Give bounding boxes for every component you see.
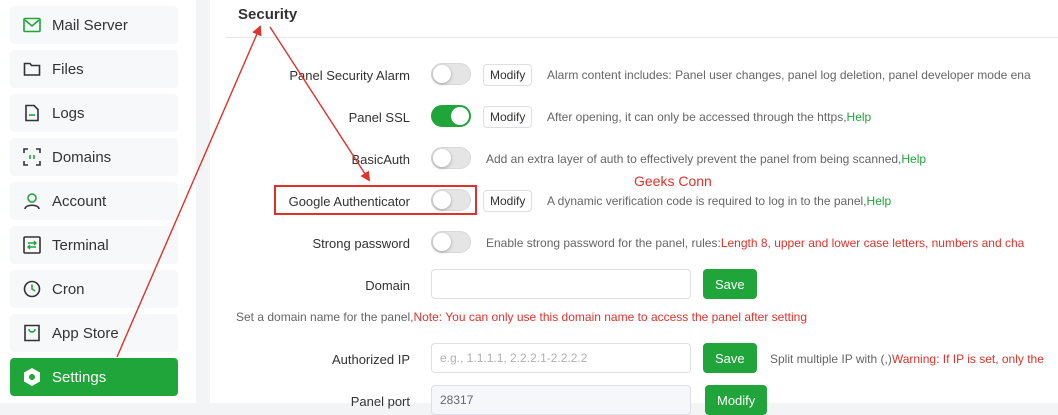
sidebar-item-label: Account xyxy=(52,192,107,210)
panel-security-alarm-label: Panel Security Alarm xyxy=(289,68,410,83)
authorized-ip-warning: Warning: If IP is set, only the xyxy=(891,352,1044,366)
terminal-icon xyxy=(22,235,42,255)
authorized-ip-save-button[interactable]: Save xyxy=(703,343,757,373)
highlight-box xyxy=(274,185,477,215)
panel-port-modify-button[interactable]: Modify xyxy=(705,385,768,415)
folder-icon xyxy=(22,59,42,79)
basic-auth-label: BasicAuth xyxy=(351,152,410,167)
sidebar-item-label: Domains xyxy=(52,148,112,166)
sidebar-item-files[interactable]: Files xyxy=(10,50,178,88)
panel-port-input[interactable] xyxy=(431,385,691,415)
domain-note: Set a domain name for the panel,Note: Yo… xyxy=(236,310,808,324)
panel-ssl-description: After opening, it can only be accessed t… xyxy=(547,110,872,124)
section-divider xyxy=(226,37,1058,38)
panel-ssl-help-link[interactable]: Help xyxy=(847,110,872,124)
sidebar-item-domains[interactable]: Domains xyxy=(10,138,178,176)
google-authenticator-help-link[interactable]: Help xyxy=(867,194,892,208)
sidebar-item-label: Logs xyxy=(52,104,85,122)
sidebar-item-settings[interactable]: Settings xyxy=(10,358,178,396)
sidebar-divider xyxy=(196,0,210,403)
strong-password-toggle[interactable] xyxy=(431,231,471,253)
sidebar-item-mail-server[interactable]: Mail Server xyxy=(10,6,178,44)
sidebar-item-terminal[interactable]: Terminal xyxy=(10,226,178,264)
panel-ssl-toggle[interactable] xyxy=(431,105,471,127)
sidebar-item-logs[interactable]: Logs xyxy=(10,94,178,132)
basic-auth-help-link[interactable]: Help xyxy=(901,152,926,166)
panel-security-alarm-modify-button[interactable]: Modify xyxy=(483,64,533,86)
sidebar-item-cron[interactable]: Cron xyxy=(10,270,178,308)
panel-ssl-modify-button[interactable]: Modify xyxy=(483,106,533,128)
domain-note-warning: Note: You can only use this domain name … xyxy=(413,310,808,324)
settings-icon xyxy=(22,367,42,387)
user-icon xyxy=(22,191,42,211)
panel-ssl-label: Panel SSL xyxy=(348,110,410,125)
panel-security-alarm-toggle[interactable] xyxy=(431,63,471,85)
domain-save-button[interactable]: Save xyxy=(703,269,757,299)
sidebar-item-label: Mail Server xyxy=(52,16,128,34)
mail-icon xyxy=(22,15,42,35)
sidebar-item-account[interactable]: Account xyxy=(10,182,178,220)
strong-password-rule: Length 8, upper and lower case letters, … xyxy=(720,236,1025,250)
domain-label: Domain xyxy=(365,278,410,293)
basic-auth-description: Add an extra layer of auth to effectivel… xyxy=(486,152,927,166)
store-icon xyxy=(22,323,42,343)
panel-port-label: Panel port xyxy=(350,394,410,409)
strong-password-label: Strong password xyxy=(312,236,410,251)
google-authenticator-description: A dynamic verification code is required … xyxy=(547,194,892,208)
document-icon xyxy=(22,103,42,123)
sidebar-item-label: Terminal xyxy=(52,236,109,254)
authorized-ip-label: Authorized IP xyxy=(331,352,410,367)
authorized-ip-description: Split multiple IP with (,)Warning: If IP… xyxy=(770,352,1044,366)
domain-input[interactable] xyxy=(431,269,691,299)
domains-icon xyxy=(22,147,42,167)
strong-password-description: Enable strong password for the panel, ru… xyxy=(486,236,1025,250)
authorized-ip-input[interactable] xyxy=(431,343,691,373)
annotation-text: Geeks Conn xyxy=(634,173,712,189)
sidebar-item-label: App Store xyxy=(52,324,119,342)
clock-icon xyxy=(22,279,42,299)
panel-security-alarm-description: Alarm content includes: Panel user chang… xyxy=(547,68,1031,82)
basic-auth-toggle[interactable] xyxy=(431,147,471,169)
sidebar-item-label: Files xyxy=(52,60,84,78)
sidebar-item-app-store[interactable]: App Store xyxy=(10,314,178,352)
google-authenticator-modify-button[interactable]: Modify xyxy=(483,190,533,212)
section-title: Security xyxy=(238,6,298,23)
sidebar: Mail Server Files Logs Domains Account T… xyxy=(0,0,196,403)
sidebar-item-label: Cron xyxy=(52,280,85,298)
sidebar-item-label: Settings xyxy=(52,368,107,386)
